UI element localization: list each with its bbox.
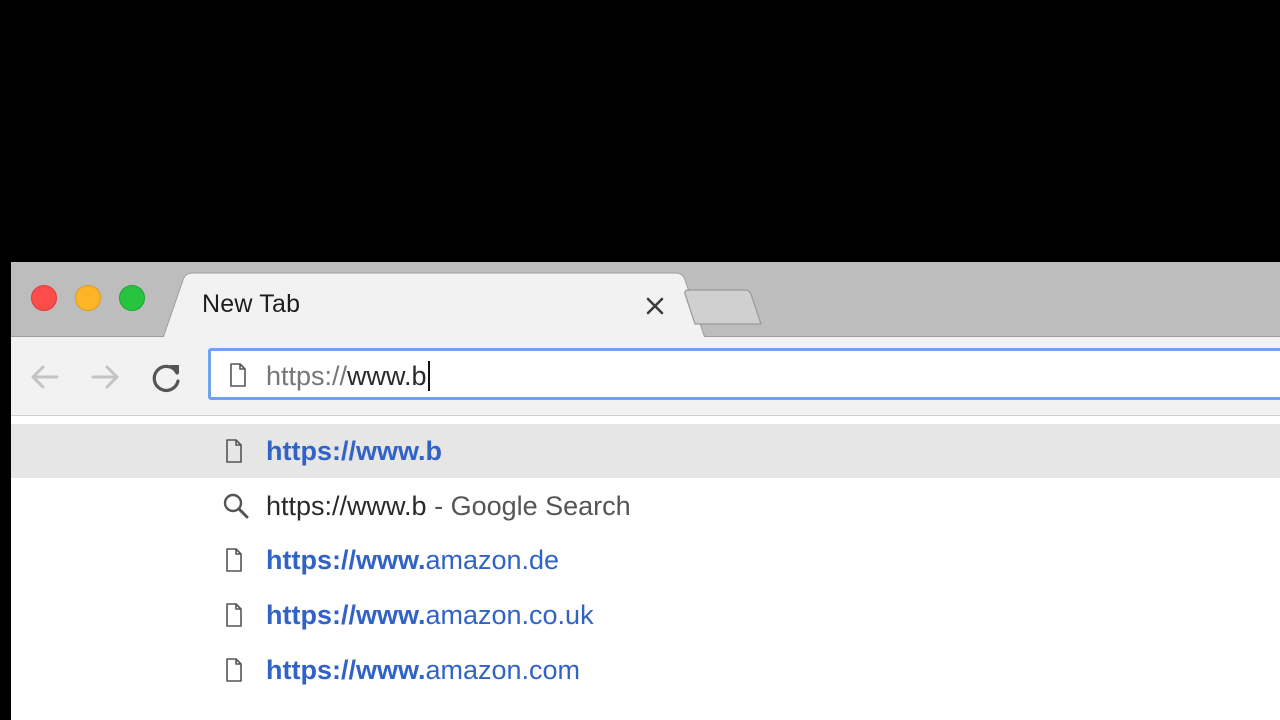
address-scheme: https://: [266, 361, 348, 391]
suggestion-match: https://www.: [266, 655, 426, 685]
suggestion-text: https://www.b - Google Search: [266, 491, 631, 522]
close-icon[interactable]: [643, 294, 667, 318]
omnibox-suggestions: https://www.b https://www.b - Google Sea…: [11, 424, 1280, 720]
browser-window: New Tab https://www.b https://www.b http…: [11, 262, 1280, 720]
back-arrow-icon[interactable]: [25, 357, 65, 397]
page-icon: [226, 603, 242, 627]
address-bar-input[interactable]: https://www.b: [266, 361, 430, 392]
suggestion-rest: amazon.com: [425, 655, 581, 685]
suggestion-item[interactable]: https://www.amazon.co.uk: [11, 588, 1280, 642]
toolbar: https://www.b: [11, 337, 1280, 416]
window-minimize-button[interactable]: [75, 285, 101, 311]
suggestion-item[interactable]: https://www.amazon.de: [11, 533, 1280, 587]
page-icon: [230, 363, 246, 387]
reload-icon[interactable]: [146, 357, 186, 397]
address-bar[interactable]: https://www.b: [208, 348, 1280, 400]
suggestion-match: https://www.: [266, 545, 426, 575]
suggestion-item[interactable]: https://www.b: [11, 424, 1280, 478]
tab-strip: New Tab: [11, 262, 1280, 338]
suggestion-item[interactable]: https://www.b - Google Search: [11, 479, 1280, 533]
suggestion-match: https://www.b: [266, 436, 442, 466]
suggestion-rest: amazon.co.uk: [425, 600, 594, 630]
suggestion-item[interactable]: https://www.amazon.com: [11, 643, 1280, 697]
tab-title: New Tab: [202, 290, 301, 318]
page-icon: [226, 658, 242, 682]
tab-new-tab[interactable]: New Tab: [163, 272, 711, 338]
search-icon: [223, 493, 249, 519]
window-maximize-button[interactable]: [119, 285, 145, 311]
new-tab-button[interactable]: [683, 288, 773, 328]
suggestion-rest: amazon.de: [425, 545, 560, 575]
address-host: www.b: [347, 361, 427, 391]
page-icon: [226, 439, 242, 463]
window-close-button[interactable]: [31, 285, 57, 311]
text-caret: [427, 361, 430, 391]
suggestion-match: https://www.: [266, 600, 426, 630]
forward-arrow-icon[interactable]: [85, 357, 125, 397]
search-suffix: - Google Search: [426, 491, 631, 521]
suggestion-text: https://www.amazon.co.uk: [266, 600, 594, 631]
suggestion-text: https://www.amazon.com: [266, 655, 580, 686]
page-icon: [226, 548, 242, 572]
search-query: https://www.b: [266, 491, 427, 521]
suggestion-text: https://www.b: [266, 436, 442, 467]
suggestion-text: https://www.amazon.de: [266, 545, 559, 576]
